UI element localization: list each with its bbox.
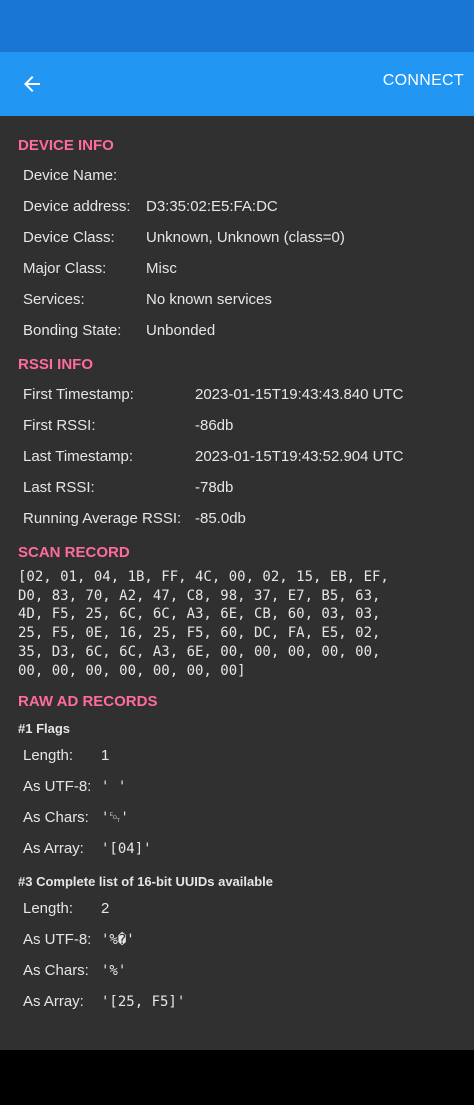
- info-label: Major Class:: [23, 260, 107, 277]
- info-label: Device Name:: [23, 167, 118, 184]
- ad-label: As Chars:: [23, 962, 89, 980]
- ad-label: As Chars:: [23, 809, 89, 827]
- navigation-bar: [0, 1050, 474, 1105]
- ad-row: Length: 1: [18, 740, 456, 771]
- ad-row: As Chars: '%': [18, 955, 456, 986]
- ad-label: As Array:: [23, 840, 84, 858]
- ad-row: As UTF-8: '%�': [18, 924, 456, 955]
- device-details: DEVICE INFO Device Name: Device address:…: [0, 116, 474, 1050]
- info-value: Unknown, Unknown (class=0): [146, 229, 345, 246]
- info-label: Device address:: [23, 198, 131, 215]
- rssi-row: First RSSI: -86db: [18, 410, 456, 441]
- section-title-rssi-info: RSSI INFO: [18, 356, 94, 373]
- info-value: Unbonded: [146, 322, 216, 339]
- ad-record: #1 Flags Length: 1 As UTF-8: ' ' As Chars:…: [18, 721, 456, 864]
- scan-record-bytes: [02, 01, 04, 1B, FF, 4C, 00, 02, 15, EB,…: [18, 568, 456, 680]
- info-label: Device Class:: [23, 229, 115, 246]
- scan-record-line: 35, D3, 6C, 6C, A3, 6E, 00, 00, 00, 00, …: [18, 643, 381, 660]
- ad-value: '␄': [101, 809, 129, 826]
- scan-record-line: D0, 83, 70, A2, 47, C8, 98, 37, E7, B5, …: [18, 587, 381, 604]
- rssi-value: 2023-01-15T19:43:52.904 UTC: [195, 448, 404, 465]
- rssi-value: -85.0db: [195, 510, 246, 527]
- rssi-label: First Timestamp:: [23, 386, 134, 403]
- ad-value: 1: [101, 747, 110, 765]
- rssi-value: -78db: [195, 479, 234, 496]
- rssi-label: Last RSSI:: [23, 479, 95, 496]
- info-row: Major Class: Misc: [18, 253, 456, 284]
- info-row: Bonding State: Unbonded: [18, 315, 456, 346]
- ad-row: As UTF-8: ' ': [18, 771, 456, 802]
- scan-record-line: 25, F5, 0E, 16, 25, F5, 60, DC, FA, E5, …: [18, 625, 381, 642]
- info-value: No known services: [146, 291, 272, 308]
- ad-label: As Array:: [23, 993, 84, 1011]
- ad-row: As Array: '[04]': [18, 833, 456, 864]
- device-info-section: DEVICE INFO Device Name: Device address:…: [18, 116, 456, 346]
- scan-record-line: 4D, F5, 25, 6C, 6C, A3, 6E, CB, 60, 03, …: [18, 606, 381, 623]
- ad-label: As UTF-8:: [23, 931, 92, 949]
- section-title-raw-ad-records: RAW AD RECORDS: [18, 693, 158, 711]
- arrow-back-icon: [24, 76, 40, 92]
- rssi-row: First Timestamp: 2023-01-15T19:43:43.840 …: [18, 379, 456, 410]
- ad-record: #3 Complete list of 16-bit UUIDs availab…: [18, 874, 456, 1017]
- raw-ad-records-section: RAW AD RECORDS #1 Flags Length: 1 As UTF-…: [18, 693, 456, 1017]
- rssi-row: Running Average RSSI: -85.0db: [18, 503, 456, 534]
- scan-record-section: SCAN RECORD [02, 01, 04, 1B, FF, 4C, 00,…: [18, 544, 456, 680]
- scan-record-line: [02, 01, 04, 1B, FF, 4C, 00, 02, 15, EB,…: [18, 569, 389, 585]
- rssi-label: Last Timestamp:: [23, 448, 134, 465]
- connect-button[interactable]: CONNECT: [383, 72, 464, 90]
- info-value: D3:35:02:E5:FA:DC: [146, 198, 278, 215]
- status-bar: [0, 0, 474, 52]
- ad-row: Length: 2: [18, 893, 456, 924]
- info-row: Device Class: Unknown, Unknown (class=0): [18, 222, 456, 253]
- ad-label: As UTF-8:: [23, 778, 92, 796]
- rssi-label: Running Average RSSI:: [23, 510, 182, 527]
- rssi-row: Last Timestamp: 2023-01-15T19:43:52.904 U…: [18, 441, 456, 472]
- ad-value: 2: [101, 900, 110, 918]
- ad-value: '[25, F5]': [101, 993, 186, 1010]
- info-row: Device Name:: [18, 160, 456, 191]
- info-value: Misc: [146, 260, 177, 277]
- info-row: Services: No known services: [18, 284, 456, 315]
- rssi-value: 2023-01-15T19:43:43.840 UTC: [195, 386, 404, 403]
- info-label: Services:: [23, 291, 85, 308]
- rssi-row: Last RSSI: -78db: [18, 472, 456, 503]
- ad-label: Length:: [23, 747, 74, 765]
- section-title-device-info: DEVICE INFO: [18, 137, 114, 154]
- back-button[interactable]: [12, 64, 52, 104]
- ad-row: As Array: '[25, F5]': [18, 986, 456, 1017]
- ad-value: '%': [101, 962, 127, 979]
- rssi-label: First RSSI:: [23, 417, 96, 434]
- rssi-value: -86db: [195, 417, 234, 434]
- ad-value: ' ': [101, 778, 127, 795]
- ad-value: '[04]': [101, 840, 152, 857]
- ad-record-heading: #1 Flags: [18, 721, 71, 737]
- ad-row: As Chars: '␄': [18, 802, 456, 833]
- ad-value: '%�': [101, 931, 135, 948]
- ad-record-heading: #3 Complete list of 16-bit UUIDs availab…: [18, 874, 274, 890]
- rssi-info-section: RSSI INFO First Timestamp: 2023-01-15T19:…: [18, 356, 456, 534]
- info-row: Device address: D3:35:02:E5:FA:DC: [18, 191, 456, 222]
- section-title-scan-record: SCAN RECORD: [18, 544, 130, 561]
- app-bar: CONNECT: [0, 52, 474, 116]
- scan-record-line: 00, 00, 00, 00, 00, 00, 00]: [18, 662, 246, 679]
- ad-label: Length:: [23, 900, 74, 918]
- info-label: Bonding State:: [23, 322, 122, 339]
